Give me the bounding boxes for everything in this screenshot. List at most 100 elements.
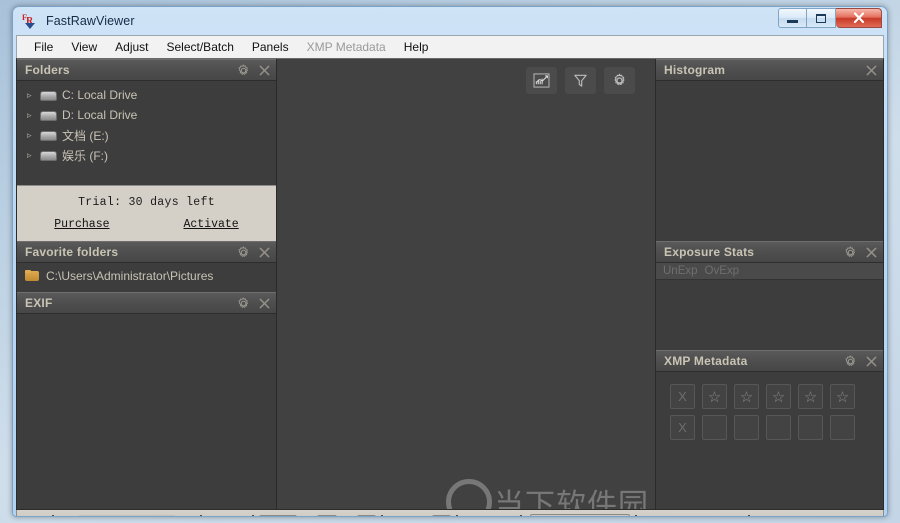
tree-item-f-drive[interactable]: ▹ 娱乐 (F:) [17, 145, 276, 165]
exif-panel: EXIF [17, 292, 276, 509]
exif-panel-body [17, 314, 276, 509]
fastrawviewer-logo-icon: F R [22, 12, 40, 30]
tree-item-c-drive[interactable]: ▹ C: Local Drive [17, 85, 276, 105]
minimize-button[interactable] [778, 8, 807, 28]
label-clear-button[interactable]: X [670, 415, 695, 440]
exposure-increase-button[interactable]: + [431, 515, 451, 516]
j-button[interactable]: J [227, 515, 247, 516]
color-label-2[interactable] [734, 415, 759, 440]
close-icon[interactable] [259, 247, 270, 258]
rating-star-3[interactable]: ☆ [766, 384, 791, 409]
exposure-stats-header: Exposure Stats [656, 241, 883, 263]
menu-file[interactable]: File [25, 37, 62, 57]
rotate-button[interactable]: R [175, 515, 195, 516]
i-button[interactable]: I [207, 515, 227, 516]
menu-help[interactable]: Help [395, 37, 438, 57]
toolbar-separator [380, 514, 383, 516]
close-button[interactable] [836, 8, 882, 28]
gear-icon[interactable] [237, 246, 250, 259]
filter-funnel-icon [574, 74, 587, 87]
histogram-chart-button[interactable] [526, 67, 557, 94]
gear-icon[interactable] [237, 297, 250, 310]
canvas-settings-button[interactable] [604, 67, 635, 94]
drive-icon [40, 110, 57, 121]
canvas-toolbar [526, 67, 635, 94]
rating-star-4[interactable]: ☆ [798, 384, 823, 409]
menu-select-batch[interactable]: Select/Batch [158, 37, 243, 57]
histogram-panel-title: Histogram [664, 63, 726, 77]
usm-button[interactable]: USM [259, 515, 297, 516]
rating-clear-button[interactable]: X [670, 384, 695, 409]
purchase-link[interactable]: Purchase [54, 218, 109, 231]
fullscreen-button[interactable] [784, 516, 804, 517]
prev-image-button[interactable]: ‹ [59, 515, 79, 516]
histogram-chart-icon [533, 73, 550, 88]
color-label-3[interactable] [766, 415, 791, 440]
next-image-button[interactable]: › [168, 516, 175, 517]
trial-status-text: Trial: 30 days left [78, 196, 215, 209]
down-arrow-button[interactable] [645, 516, 665, 517]
folders-tree[interactable]: ▹ C: Local Drive ▹ D: Local Drive ▹ 文档 (… [17, 81, 276, 185]
oe-button[interactable]: OE [463, 515, 490, 516]
exposure-stats-body [656, 280, 883, 350]
list-item[interactable]: C:\Users\Administrator\Pictures [17, 266, 276, 286]
color-label-4[interactable] [798, 415, 823, 440]
favorite-folders-list[interactable]: C:\Users\Administrator\Pictures [17, 263, 276, 292]
maximize-button[interactable] [807, 8, 836, 28]
filmstrip-navigator[interactable]: › [79, 515, 175, 517]
exif-panel-header: EXIF [17, 292, 276, 314]
activate-link[interactable]: Activate [184, 218, 239, 231]
expander-icon[interactable]: ▹ [27, 110, 40, 121]
exposure-stats-title: Exposure Stats [664, 245, 755, 259]
grid-view-button[interactable] [836, 516, 856, 518]
settings-cog-icon [864, 517, 880, 518]
color-label-5[interactable] [830, 415, 855, 440]
toolbar-separator [52, 514, 54, 516]
close-icon[interactable] [866, 247, 877, 258]
fit-to-window-button[interactable] [810, 516, 830, 517]
folders-panel-tools [237, 64, 270, 77]
gear-icon[interactable] [844, 246, 857, 259]
close-icon[interactable] [259, 65, 270, 76]
favorite-folders-header: Favorite folders [17, 241, 276, 263]
open-folder-button[interactable] [24, 516, 44, 517]
watermark-text: 当下软件园 [494, 489, 649, 510]
fit-square-button[interactable] [758, 516, 778, 517]
close-icon[interactable] [866, 356, 877, 367]
menu-adjust[interactable]: Adjust [106, 37, 157, 57]
folders-panel-header: Folders [17, 59, 276, 81]
rating-star-1[interactable]: ☆ [702, 384, 727, 409]
drive-icon [40, 90, 57, 101]
rating-star-5[interactable]: ☆ [830, 384, 855, 409]
image-canvas[interactable]: 当下软件园 [277, 59, 655, 509]
d-button[interactable]: D [316, 515, 337, 516]
close-icon[interactable] [866, 65, 877, 76]
menu-view[interactable]: View [62, 37, 106, 57]
window-controls [778, 8, 882, 28]
grid-view-icon [838, 517, 854, 518]
e-button[interactable]: E [297, 515, 317, 516]
filter-button[interactable] [565, 67, 596, 94]
minimize-icon [787, 19, 798, 23]
tree-item-e-drive[interactable]: ▹ 文档 (E:) [17, 125, 276, 145]
menu-panels[interactable]: Panels [243, 37, 298, 57]
ue-button[interactable]: UE [490, 515, 516, 516]
tree-item-d-drive[interactable]: ▹ D: Local Drive [17, 105, 276, 125]
settings-button[interactable] [862, 516, 882, 518]
maximize-icon [816, 13, 826, 23]
expander-icon[interactable]: ▹ [27, 130, 40, 141]
expander-icon[interactable]: ▹ [27, 90, 40, 101]
histogram-panel-tools [866, 65, 877, 76]
white-balance-select[interactable]: As Shot ✓ [530, 514, 631, 516]
gear-icon[interactable] [237, 64, 250, 77]
color-label-1[interactable] [702, 415, 727, 440]
title-bar: F R FastRawViewer [16, 7, 884, 35]
close-icon[interactable] [259, 298, 270, 309]
expander-icon[interactable]: ▹ [27, 150, 40, 161]
exposure-decrease-button[interactable]: – [356, 515, 376, 516]
toolbar-separator [200, 514, 202, 516]
xmp-label-row: X [670, 415, 883, 440]
rating-star-2[interactable]: ☆ [734, 384, 759, 409]
s-button[interactable]: S [337, 515, 357, 516]
gear-icon[interactable] [844, 355, 857, 368]
